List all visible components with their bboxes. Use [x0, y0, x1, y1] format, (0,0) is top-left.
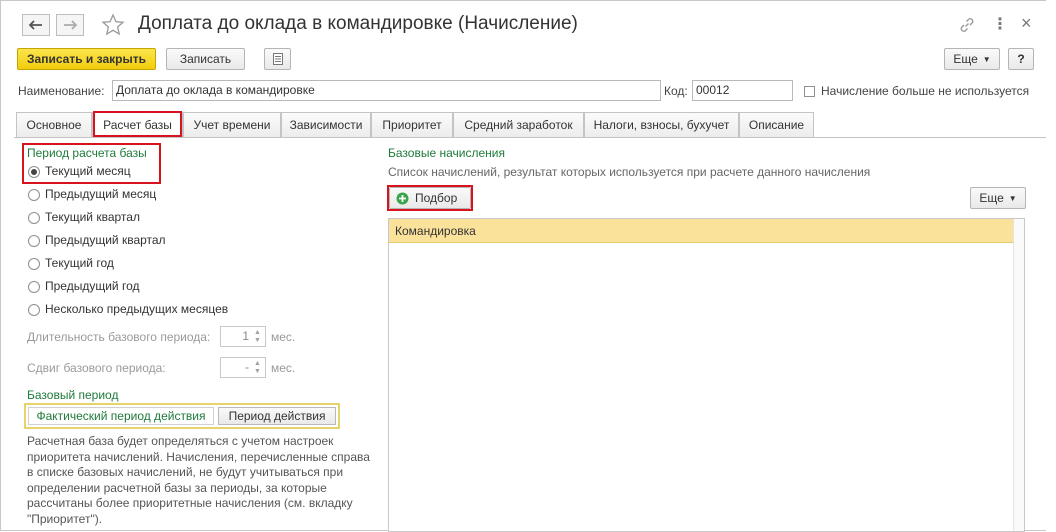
forward-button[interactable]: [56, 14, 84, 36]
not-used-checkbox[interactable]: [804, 86, 815, 97]
stepper-up-icon[interactable]: ▲: [254, 329, 263, 337]
radio-prev-year[interactable]: [28, 281, 40, 293]
more-button[interactable]: Еще ▼: [944, 48, 1000, 70]
more-vertical-icon[interactable]: ⋮: [992, 14, 1008, 34]
base-period-switch: Фактический период действия Период дейст…: [24, 403, 340, 429]
radio-label-current-quarter: Текущий квартал: [45, 210, 140, 224]
more-button-label: Еще: [953, 52, 978, 66]
tab-description[interactable]: Описание: [739, 112, 814, 138]
page-title: Доплата до оклада в командировке (Начисл…: [138, 13, 578, 34]
chevron-down-icon: ▼: [982, 54, 991, 64]
radio-label-prev-year: Предыдущий год: [45, 279, 140, 293]
save-and-close-button[interactable]: Записать и закрыть: [17, 48, 156, 70]
radio-several-months[interactable]: [28, 304, 40, 316]
close-icon[interactable]: ×: [1021, 13, 1032, 34]
highlight-period: [22, 143, 161, 184]
tab-priority[interactable]: Приоритет: [371, 112, 453, 138]
base-period-heading: Базовый период: [27, 388, 119, 402]
tab-taxes[interactable]: Налоги, взносы, бухучет: [584, 112, 739, 138]
help-button[interactable]: ?: [1008, 48, 1034, 70]
stepper-down-icon[interactable]: ▼: [254, 337, 263, 345]
duration-stepper[interactable]: 1 ▲ ▼: [220, 326, 266, 347]
save-button[interactable]: Записать: [166, 48, 245, 70]
code-input[interactable]: 00012: [692, 80, 793, 101]
base-accruals-description: Список начислений, результат которых исп…: [388, 165, 871, 179]
shift-stepper[interactable]: - ▲ ▼: [220, 357, 266, 378]
radio-prev-month[interactable]: [28, 189, 40, 201]
base-accruals-table: Командировка: [388, 218, 1025, 532]
name-input[interactable]: Доплата до оклада в командировке: [112, 80, 661, 101]
grid-more-button[interactable]: Еще ▼: [970, 187, 1026, 209]
grid-more-label: Еще: [979, 191, 1004, 205]
link-icon[interactable]: [958, 16, 976, 37]
arrow-left-icon: [29, 20, 42, 30]
back-button[interactable]: [22, 14, 50, 36]
option-action-period[interactable]: Период действия: [218, 407, 336, 425]
tab-active-cover: [92, 112, 183, 138]
stepper-up-icon[interactable]: ▲: [254, 360, 263, 368]
duration-unit: мес.: [271, 330, 296, 344]
report-button[interactable]: [264, 48, 291, 70]
not-used-label: Начисление больше не используется: [821, 84, 1030, 98]
tab-average-earnings[interactable]: Средний заработок: [453, 112, 584, 138]
radio-label-prev-quarter: Предыдущий квартал: [45, 233, 166, 247]
option-actual-period[interactable]: Фактический период действия: [28, 407, 214, 425]
stepper-down-icon[interactable]: ▼: [254, 368, 263, 376]
radio-current-quarter[interactable]: [28, 212, 40, 224]
radio-prev-quarter[interactable]: [28, 235, 40, 247]
table-row[interactable]: Командировка: [389, 219, 1024, 243]
shift-label: Сдвиг базового периода:: [27, 361, 166, 375]
document-list-icon: [272, 53, 283, 65]
highlight-select: [387, 185, 473, 211]
tab-time-tracking[interactable]: Учет времени: [183, 112, 281, 138]
name-label: Наименование:: [18, 84, 105, 98]
shift-value: -: [245, 360, 249, 374]
radio-current-year[interactable]: [28, 258, 40, 270]
scrollbar[interactable]: [1013, 219, 1024, 531]
radio-label-current-year: Текущий год: [45, 256, 114, 270]
tab-dependencies[interactable]: Зависимости: [281, 112, 371, 138]
duration-value: 1: [242, 329, 249, 343]
favorite-star-icon[interactable]: [101, 13, 125, 40]
shift-unit: мес.: [271, 361, 296, 375]
arrow-right-icon: [64, 20, 77, 30]
radio-label-prev-month: Предыдущий месяц: [45, 187, 157, 201]
base-period-description: Расчетная база будет определяться с учет…: [27, 434, 370, 526]
base-accruals-heading: Базовые начисления: [388, 146, 505, 160]
code-label: Код:: [664, 84, 688, 98]
chevron-down-icon: ▼: [1008, 193, 1017, 203]
duration-label: Длительность базового периода:: [27, 330, 211, 344]
tab-main[interactable]: Основное: [16, 112, 92, 138]
radio-label-several-months: Несколько предыдущих месяцев: [45, 302, 229, 316]
